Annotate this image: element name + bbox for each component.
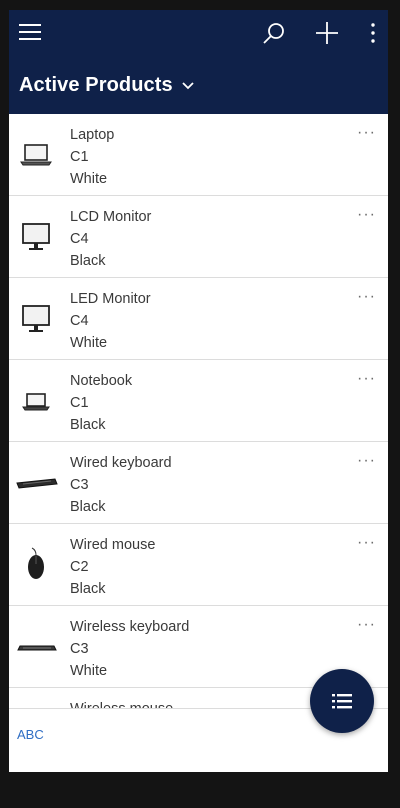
product-code: C1 — [70, 395, 89, 411]
search-icon[interactable] — [262, 21, 286, 45]
product-name: LCD Monitor — [70, 209, 152, 225]
app-screen: Active Products Laptop C1 White ··· LCD … — [9, 10, 388, 772]
mouse-icon — [17, 546, 55, 584]
more-options-icon[interactable]: ··· — [357, 616, 376, 634]
laptop-icon — [17, 136, 55, 174]
list-icon — [332, 694, 352, 709]
product-color: White — [70, 171, 108, 187]
more-options-icon[interactable]: ··· — [357, 124, 376, 142]
list-item[interactable]: Wired mouse C2 Black ··· — [9, 524, 388, 606]
list-item[interactable]: LED Monitor C4 White ··· — [9, 278, 388, 360]
add-icon[interactable] — [315, 21, 339, 45]
menu-icon[interactable] — [19, 24, 41, 40]
product-color: Black — [70, 417, 106, 433]
list-item[interactable]: Laptop C1 White ··· — [9, 114, 388, 196]
more-options-icon[interactable]: ··· — [357, 288, 376, 306]
list-view-button[interactable] — [310, 669, 374, 733]
product-code: C3 — [70, 477, 89, 493]
product-name: Wireless keyboard — [70, 619, 190, 635]
product-color: White — [70, 335, 108, 351]
product-color: White — [70, 663, 108, 679]
view-selector[interactable]: Active Products — [19, 74, 195, 97]
keyboard-icon — [15, 464, 59, 502]
product-code: C2 — [70, 559, 89, 575]
monitor-icon — [17, 300, 55, 338]
list-item[interactable]: Notebook C1 Black ··· — [9, 360, 388, 442]
product-name: Wired mouse — [70, 537, 156, 553]
more-vertical-icon[interactable] — [365, 21, 381, 45]
product-code: C1 — [70, 149, 89, 165]
list-item[interactable]: LCD Monitor C4 Black ··· — [9, 196, 388, 278]
product-name: Notebook — [70, 373, 133, 389]
product-code: C3 — [70, 641, 89, 657]
list-item[interactable]: Wired keyboard C3 Black ··· — [9, 442, 388, 524]
more-options-icon[interactable]: ··· — [357, 452, 376, 470]
app-header: Active Products — [9, 10, 388, 114]
chevron-down-icon — [181, 78, 195, 96]
monitor-icon — [17, 218, 55, 256]
product-name: Wireless mouse — [70, 698, 173, 708]
product-name: Wired keyboard — [70, 455, 172, 471]
more-options-icon[interactable]: ··· — [357, 370, 376, 388]
page-title: Active Products — [19, 74, 173, 96]
product-color: Black — [70, 499, 106, 515]
alphabet-index-button[interactable]: ABC — [17, 727, 44, 742]
product-code: C4 — [70, 313, 89, 329]
product-list: Laptop C1 White ··· LCD Monitor C4 Black… — [9, 114, 388, 708]
more-options-icon[interactable]: ··· — [357, 534, 376, 552]
product-color: Black — [70, 253, 106, 269]
product-name: Laptop — [70, 127, 115, 143]
device-frame: Active Products Laptop C1 White ··· LCD … — [0, 0, 400, 808]
more-options-icon[interactable]: ··· — [357, 206, 376, 224]
product-name: LED Monitor — [70, 291, 151, 307]
product-code: C4 — [70, 231, 89, 247]
product-color: Black — [70, 581, 106, 597]
laptop-icon — [17, 382, 55, 420]
keyboard-icon — [15, 628, 59, 666]
